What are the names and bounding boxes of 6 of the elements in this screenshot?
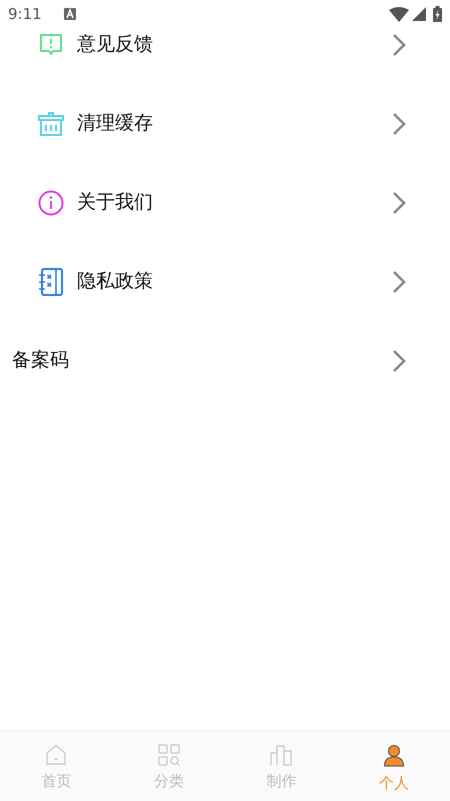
menu-label: 备案码: [12, 348, 69, 374]
status-time: 9:11: [8, 4, 42, 25]
menu-label: 隐私政策: [77, 269, 153, 294]
menu-label: 清理缓存: [77, 111, 153, 136]
menu-label: 关于我们: [77, 190, 153, 216]
menu-label: 意见反馈: [77, 32, 153, 58]
